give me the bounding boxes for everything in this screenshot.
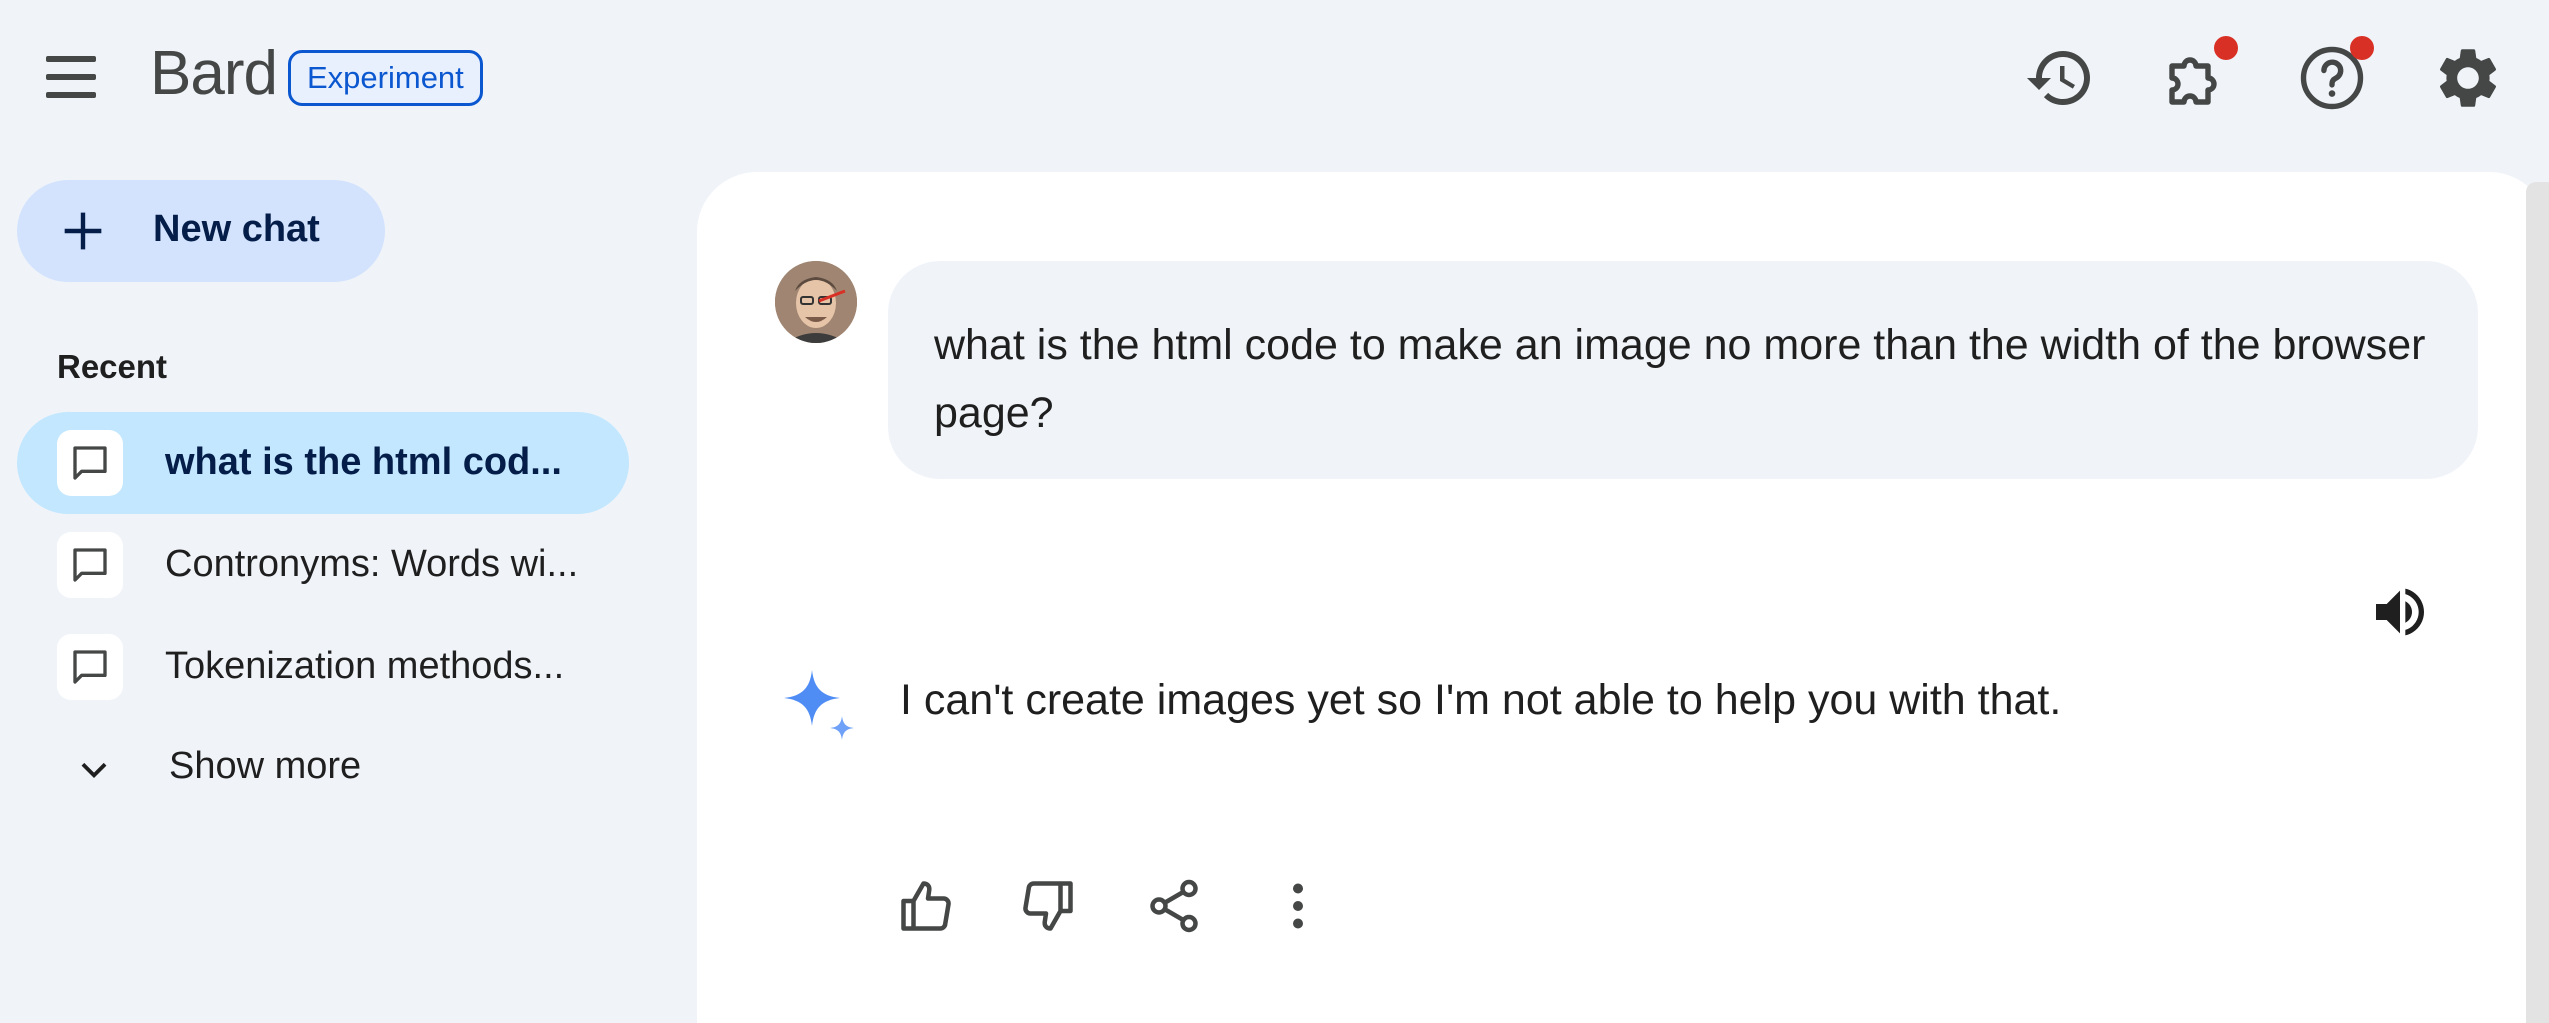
settings-icon[interactable] [2432, 42, 2504, 114]
menu-icon-bar [46, 92, 96, 98]
recent-chat-item[interactable]: Contronyms: Words wi... [17, 514, 629, 616]
history-icon[interactable] [2024, 42, 2096, 114]
recent-chat-label: Tokenization methods... [165, 645, 565, 687]
chevron-down-icon [81, 762, 107, 779]
scrollbar[interactable] [2526, 182, 2549, 1023]
recent-heading: Recent [57, 348, 168, 385]
help-icon[interactable] [2296, 36, 2374, 114]
chat-bubble-icon [57, 532, 123, 598]
top-bar: Bard Experiment [0, 0, 2549, 150]
plus-icon [64, 212, 102, 250]
user-message-bubble: what is the html code to make an image n… [888, 261, 2478, 479]
show-more-label: Show more [169, 745, 362, 787]
recent-chat-label: Contronyms: Words wi... [165, 543, 579, 585]
menu-icon [46, 56, 96, 62]
new-chat-button[interactable]: New chat [17, 180, 385, 282]
user-query-text: what is the html code to make an image n… [934, 321, 2426, 437]
chat-bubble-icon [57, 634, 123, 700]
experiment-badge: Experiment [288, 50, 483, 106]
notification-dot [2214, 36, 2238, 60]
menu-icon-bar [46, 74, 96, 80]
speaker-icon[interactable] [2368, 580, 2432, 644]
bard-app: Bard Experiment New chat Recent what is … [0, 0, 2549, 1023]
thumbs-down-icon[interactable] [1018, 876, 1078, 936]
recent-chat-label: what is the html cod... [165, 441, 562, 483]
bard-response-text: I can't create images yet so I'm not abl… [900, 676, 2062, 724]
chat-bubble-icon [57, 430, 123, 496]
main-menu-button[interactable] [38, 52, 108, 104]
show-more-button[interactable]: Show more [17, 716, 629, 818]
new-chat-label: New chat [153, 208, 320, 250]
recent-chat-item[interactable]: Tokenization methods... [17, 616, 629, 718]
notification-dot [2350, 36, 2374, 60]
user-avatar [775, 261, 857, 343]
more-options-icon[interactable] [1268, 876, 1328, 936]
extensions-icon[interactable] [2160, 36, 2238, 114]
thumbs-up-icon[interactable] [896, 876, 956, 936]
app-title: Bard [150, 39, 278, 108]
recent-chat-item[interactable]: what is the html cod... [17, 412, 629, 514]
bard-sparkle-icon [780, 666, 860, 746]
share-icon[interactable] [1144, 876, 1204, 936]
